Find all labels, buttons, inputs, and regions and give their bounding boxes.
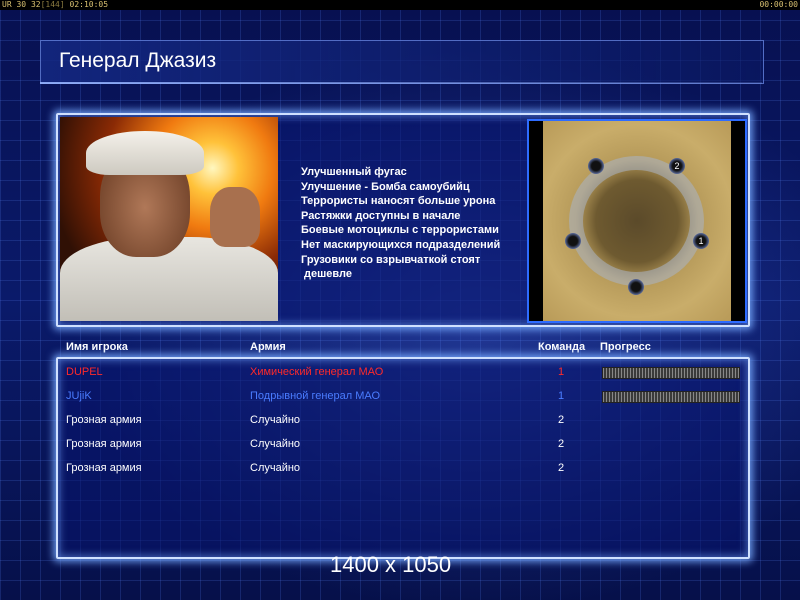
column-header-army: Армия bbox=[250, 341, 286, 353]
player-team: 1 bbox=[558, 366, 565, 378]
portrait-hand bbox=[210, 187, 260, 247]
player-row[interactable]: Грозная армия Случайно 2 bbox=[66, 414, 746, 434]
status-clock: 00:00:00 bbox=[759, 0, 798, 9]
status-bar: UR 30 32[144] 02:10:05 00:00:00 bbox=[0, 0, 800, 10]
player-army: Случайно bbox=[250, 414, 301, 426]
player-team: 1 bbox=[558, 390, 565, 402]
status-prefix: UR bbox=[2, 0, 12, 9]
player-name: Грозная армия bbox=[66, 438, 142, 450]
status-bracket: [144] bbox=[40, 0, 65, 9]
bonus-item: дешевле bbox=[304, 268, 352, 281]
map-start-position bbox=[565, 233, 581, 249]
title-bar: Генерал Джазиз bbox=[40, 40, 764, 84]
bonus-item: Улучшенный фугас bbox=[301, 166, 407, 178]
bonus-item: Боевые мотоциклы с террористами bbox=[301, 224, 499, 237]
player-name: JUjiK bbox=[66, 390, 92, 402]
player-name: Грозная армия bbox=[66, 462, 142, 474]
map-preview: 2 1 bbox=[527, 119, 747, 323]
map-start-position: 1 bbox=[693, 233, 709, 249]
map-ring-road bbox=[569, 156, 704, 286]
player-row[interactable]: JUjiK Подрывной генерал МАО 1 bbox=[66, 390, 746, 410]
player-army: Химический генерал МАО bbox=[250, 366, 384, 378]
bonus-item: Улучшение - Бомба самоубийц bbox=[301, 180, 470, 193]
title-divider bbox=[40, 82, 762, 84]
status-elapsed-time: 02:10:05 bbox=[69, 0, 109, 9]
status-value-2: 32 bbox=[30, 0, 41, 9]
player-progress-bar bbox=[602, 367, 740, 379]
player-team: 2 bbox=[558, 462, 565, 474]
bonus-item: Террористы наносят больше урона bbox=[301, 195, 496, 208]
column-header-player-name: Имя игрока bbox=[66, 341, 128, 353]
player-progress-bar bbox=[602, 391, 740, 403]
map-start-position bbox=[588, 158, 604, 174]
player-row[interactable]: DUPEL Химический генерал МАО 1 bbox=[66, 366, 746, 386]
page-title: Генерал Джазиз bbox=[59, 49, 217, 72]
general-portrait bbox=[60, 117, 278, 321]
bonus-item: Растяжки доступны в начале bbox=[301, 209, 461, 222]
portrait-headscarf bbox=[86, 131, 204, 175]
player-name: Грозная армия bbox=[66, 414, 142, 426]
bonus-item: Грузовики со взрывчаткой стоят bbox=[301, 253, 481, 266]
player-team: 2 bbox=[558, 414, 565, 426]
map-start-position bbox=[628, 279, 644, 295]
resolution-label: 1400 x 1050 bbox=[330, 552, 452, 577]
player-row[interactable]: Грозная армия Случайно 2 bbox=[66, 462, 746, 482]
player-army: Случайно bbox=[250, 462, 301, 474]
player-army: Случайно bbox=[250, 438, 301, 450]
player-name: DUPEL bbox=[66, 366, 103, 378]
column-header-team: Команда bbox=[538, 341, 586, 353]
players-table bbox=[56, 357, 750, 559]
column-header-progress: Прогресс bbox=[600, 341, 651, 353]
map-start-position: 2 bbox=[669, 158, 685, 174]
player-progress-fill bbox=[603, 368, 739, 378]
player-army: Подрывной генерал МАО bbox=[250, 390, 381, 402]
bonus-item: Нет маскирующихся подразделений bbox=[301, 238, 501, 251]
player-row[interactable]: Грозная армия Случайно 2 bbox=[66, 438, 746, 458]
general-bonuses-list: Улучшенный фугас Улучшение - Бомба самоу… bbox=[301, 165, 521, 282]
player-progress-fill bbox=[603, 392, 739, 402]
player-team: 2 bbox=[558, 438, 565, 450]
status-value-1: 30 bbox=[16, 0, 27, 9]
